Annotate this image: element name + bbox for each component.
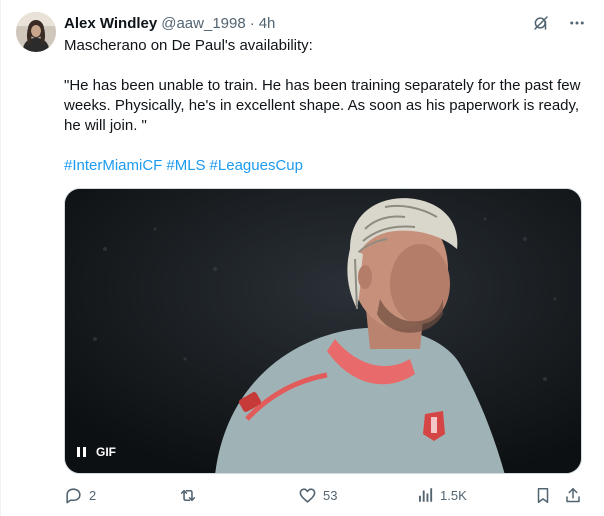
separator-dot: · — [249, 14, 255, 32]
bookmark-icon — [534, 486, 552, 505]
views-icon — [416, 486, 434, 504]
reply-button[interactable]: 2 — [64, 484, 96, 506]
bookmark-button[interactable] — [534, 484, 552, 506]
author-handle[interactable]: @aaw_1998 — [161, 15, 245, 32]
pause-icon[interactable] — [77, 447, 86, 457]
tweet-text: Mascherano on De Paul's availability: "H… — [64, 36, 582, 176]
retweet-button[interactable] — [178, 484, 204, 506]
tweet-quote: "He has been unable to train. He has bee… — [64, 77, 581, 134]
more-icon[interactable] — [568, 14, 586, 32]
hashtag-link[interactable]: #LeaguesCup — [210, 157, 303, 174]
tweet-header: Alex Windley @aaw_1998 · 4h — [64, 12, 275, 34]
reply-icon — [64, 486, 83, 505]
gif-badge: GIF — [96, 445, 116, 459]
gif-media[interactable]: GIF — [64, 188, 582, 474]
hashtag-link[interactable]: #InterMiamiCF — [64, 157, 162, 174]
tweet-top-actions — [532, 14, 586, 32]
grok-icon[interactable] — [532, 14, 550, 32]
author-name[interactable]: Alex Windley — [64, 15, 157, 32]
like-count: 53 — [323, 487, 338, 503]
like-icon — [298, 486, 317, 505]
reply-count: 2 — [89, 487, 97, 503]
avatar-image — [16, 12, 56, 52]
share-icon — [564, 486, 582, 505]
tweet-time[interactable]: 4h — [259, 15, 276, 32]
views-count: 1.5K — [440, 487, 467, 503]
timeline-border — [0, 0, 1, 516]
gif-frame-image — [65, 189, 581, 473]
views-button[interactable]: 1.5K — [416, 484, 467, 506]
tweet-intro: Mascherano on De Paul's availability: — [64, 37, 313, 54]
like-button[interactable]: 53 — [298, 484, 337, 506]
gif-controls: GIF — [77, 445, 116, 459]
hashtag-link[interactable]: #MLS — [166, 157, 205, 174]
share-button[interactable] — [564, 484, 582, 506]
hashtags: #InterMiamiCF #MLS #LeaguesCup — [64, 156, 582, 176]
retweet-icon — [178, 486, 198, 505]
tweet-actions: 2 53 1.5K — [64, 484, 586, 506]
avatar[interactable] — [16, 12, 56, 52]
